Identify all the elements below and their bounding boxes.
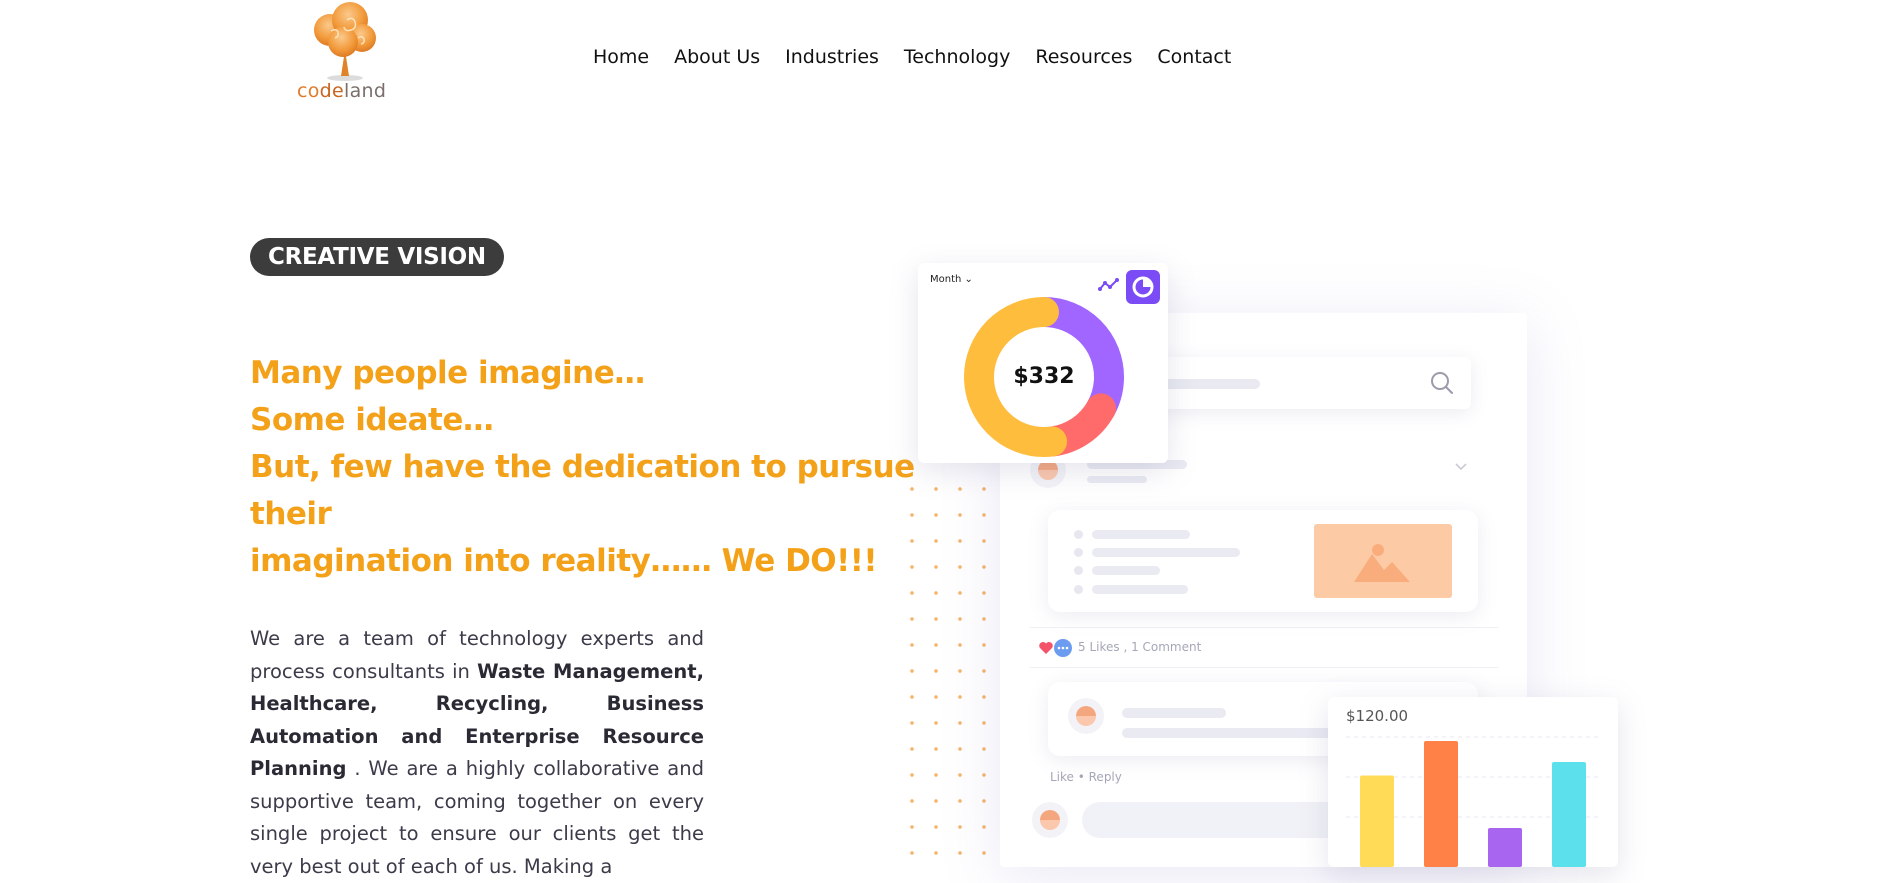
- dot-pattern: [900, 476, 1000, 867]
- nav-about-us[interactable]: About Us: [674, 46, 760, 68]
- list-bullet: [1074, 530, 1083, 539]
- headline-line-4: their: [250, 496, 332, 532]
- list-bullet: [1074, 585, 1083, 594]
- nav-industries[interactable]: Industries: [785, 46, 879, 68]
- divider: [1030, 627, 1498, 628]
- bar-3: [1488, 828, 1522, 867]
- nav-home[interactable]: Home: [593, 46, 649, 68]
- heart-icon[interactable]: [1038, 640, 1054, 656]
- search-placeholder-line: [1163, 379, 1260, 389]
- period-selector[interactable]: Month ⌄: [930, 274, 973, 285]
- bar-4: [1552, 762, 1586, 867]
- placeholder-line: [1122, 728, 1342, 738]
- hero-description: We are a team of technology experts and …: [250, 627, 704, 878]
- donut-value: $332: [1013, 364, 1075, 389]
- likes-count: 5 Likes , 1 Comment: [1078, 640, 1202, 654]
- feed-post-card: [1048, 510, 1478, 612]
- bar-1: [1360, 775, 1394, 867]
- placeholder-line: [1092, 566, 1160, 575]
- main-nav: Home About Us Industries Technology Reso…: [593, 46, 1256, 68]
- bar-2: [1424, 741, 1458, 867]
- headline-line-2: Some ideate…: [250, 402, 494, 438]
- search-bar[interactable]: [1128, 357, 1471, 409]
- codeland-logo[interactable]: codeland: [295, 0, 395, 105]
- chevron-down-icon[interactable]: [1454, 462, 1468, 472]
- headline-line-5: imagination into reality…… We DO!!!: [250, 543, 878, 579]
- donut-chart-card: Month ⌄ $332: [918, 263, 1168, 463]
- avatar: [1032, 802, 1068, 838]
- divider: [1030, 667, 1498, 668]
- nav-resources[interactable]: Resources: [1035, 46, 1132, 68]
- placeholder-line: [1092, 585, 1188, 594]
- hero-headline: Many people imagine… Some ideate… But, f…: [250, 350, 915, 585]
- image-icon: [1354, 544, 1410, 582]
- avatar: [1068, 698, 1104, 734]
- placeholder-line: [1087, 476, 1147, 483]
- list-bullet: [1074, 548, 1083, 557]
- search-icon: [1431, 372, 1453, 394]
- section-badge: CREATIVE VISION: [250, 238, 504, 276]
- chat-icon[interactable]: [1054, 639, 1072, 657]
- pie-chart-icon[interactable]: [1126, 270, 1160, 304]
- bar-chart: [1346, 736, 1600, 867]
- nav-contact[interactable]: Contact: [1157, 46, 1231, 68]
- placeholder-line: [1122, 708, 1226, 718]
- logo-wordmark: codeland: [297, 80, 387, 102]
- like-reply-actions[interactable]: Like • Reply: [1050, 770, 1122, 784]
- list-bullet: [1074, 566, 1083, 575]
- placeholder-line: [1092, 548, 1240, 557]
- chevron-down-icon: ⌄: [964, 274, 973, 285]
- placeholder-line: [1092, 530, 1190, 539]
- image-placeholder: [1314, 524, 1452, 598]
- bar-chart-card: $120.00: [1328, 697, 1618, 867]
- cloud-tree-icon: [314, 2, 376, 81]
- nav-technology[interactable]: Technology: [904, 46, 1010, 68]
- headline-line-1: Many people imagine…: [250, 355, 645, 391]
- headline-line-3: But, few have the dedication to pursue: [250, 449, 915, 485]
- trend-icon[interactable]: [1098, 277, 1120, 293]
